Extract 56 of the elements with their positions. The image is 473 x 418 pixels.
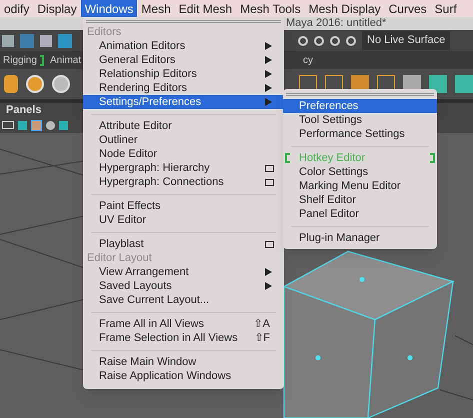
panel-layout-icon[interactable]	[2, 121, 14, 129]
menu-item[interactable]: Hypergraph: Connections	[83, 175, 284, 189]
menu-item[interactable]: Settings/Preferences	[83, 95, 284, 109]
menu-item[interactable]: Raise Main Window	[83, 355, 284, 369]
menu-item[interactable]: Attribute Editor	[83, 119, 284, 133]
menu-item[interactable]: Relationship Editors	[83, 67, 284, 81]
menu-item[interactable]: Paint Effects	[83, 199, 284, 213]
menu-bar-item[interactable]: Mesh	[137, 0, 175, 17]
menu-item[interactable]: Marking Menu Editor	[283, 179, 437, 193]
move-tool-icon[interactable]	[58, 34, 72, 48]
menu-item[interactable]: Playblast	[83, 237, 284, 251]
option-box-icon[interactable]	[265, 240, 274, 248]
menu-item[interactable]: Save Current Layout...	[83, 293, 284, 307]
grid-line	[440, 389, 473, 400]
shelf-tool-icon[interactable]	[4, 75, 18, 93]
select-tool-icon[interactable]	[2, 34, 14, 46]
menu-bar-item[interactable]: odify	[0, 0, 34, 17]
menu-item[interactable]: Panel Editor	[283, 207, 437, 221]
menu-item[interactable]: Frame Selection in All Views ⇧F	[83, 331, 284, 345]
menu-bar-item[interactable]: Curves	[384, 0, 431, 17]
menu-bar-item[interactable]: Mesh Display	[304, 0, 385, 17]
paint-select-icon[interactable]	[40, 34, 52, 46]
shelf-tab[interactable]: Rigging	[3, 52, 44, 68]
window-title: Maya 2016: untitled*	[286, 18, 386, 29]
menu-item[interactable]: Raise Application Windows	[83, 369, 284, 383]
menu-section-header: Editors	[87, 26, 122, 38]
menu-item[interactable]: View Arrangement	[83, 265, 284, 279]
panels-menu[interactable]: Panels	[6, 102, 42, 118]
option-box-icon[interactable]	[265, 164, 274, 172]
menu-item[interactable]: Frame All in All Views ⇧A	[83, 317, 284, 331]
option-box-icon[interactable]	[265, 178, 274, 186]
grid-line	[454, 335, 473, 346]
menu-bar-item[interactable]: Edit Mesh	[174, 0, 236, 17]
menu-item[interactable]: Performance Settings	[283, 127, 437, 141]
shelf-tab[interactable]: Animat	[50, 52, 82, 68]
menu-item[interactable]: Preferences	[283, 99, 437, 113]
menu-item[interactable]: Shelf Editor	[283, 193, 437, 207]
menu-item[interactable]: Tool Settings	[283, 113, 437, 127]
bracket-icon	[285, 153, 290, 163]
menu-bar-item[interactable]: Surf	[430, 0, 461, 17]
menu-item[interactable]: Hypergraph: Hierarchy	[83, 161, 284, 175]
menu-item[interactable]: Node Editor	[83, 147, 284, 161]
menu-item[interactable]: Outliner	[83, 133, 284, 147]
live-surface-field[interactable]: No Live Surface	[362, 31, 450, 50]
menu-item[interactable]: UV Editor	[83, 213, 284, 227]
menu-bar-item[interactable]: Display	[33, 0, 81, 17]
menu-item[interactable]: Saved Layouts	[83, 279, 284, 293]
menu-item[interactable]: Plug-in Manager	[283, 231, 437, 245]
shelf-tab[interactable]: cy	[303, 52, 313, 68]
menu-bar-item[interactable]: Windows	[80, 0, 138, 17]
menu-item[interactable]: Color Settings	[283, 165, 437, 179]
menu-item[interactable]: Animation Editors	[83, 39, 284, 53]
menu-section-header: Editor Layout	[87, 252, 152, 264]
menu-item[interactable]: General Editors	[83, 53, 284, 67]
bracket-icon	[430, 153, 435, 163]
menu-bar-item[interactable]: Mesh Tools	[236, 0, 305, 17]
